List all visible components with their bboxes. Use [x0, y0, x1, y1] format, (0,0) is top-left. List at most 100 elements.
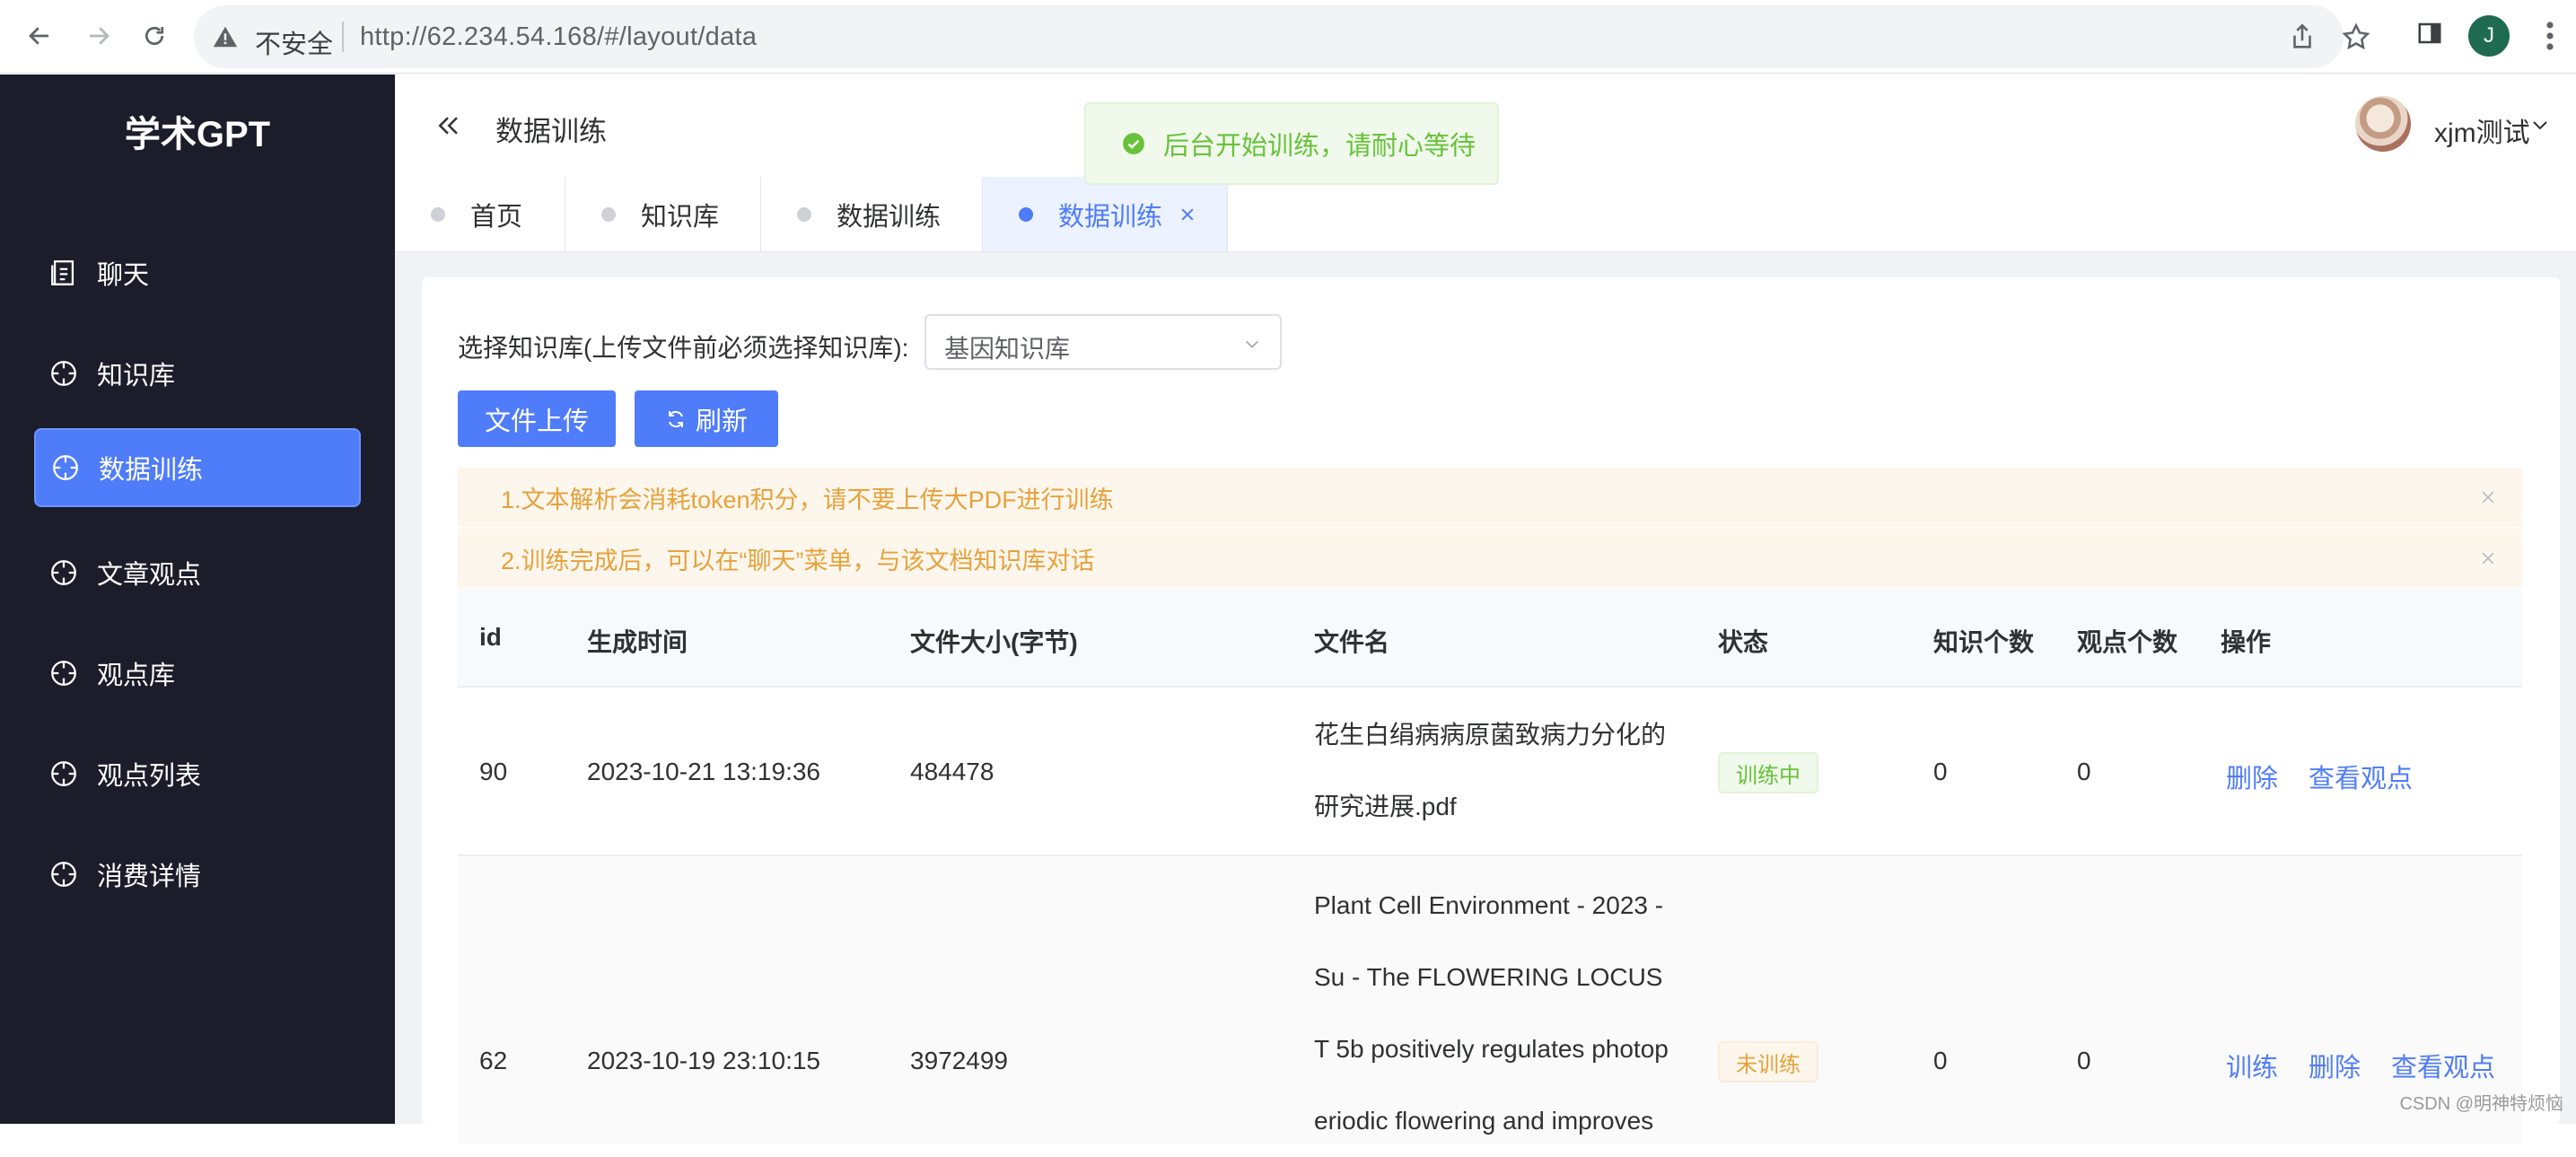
browser-toolbar: 不安全 http://62.234.54.168/#/layout/data J: [0, 0, 2576, 74]
column-header: 状态: [1718, 628, 1769, 656]
column-header: 文件大小(字节): [910, 628, 1078, 656]
sidebar-item-view-library[interactable]: 观点库: [34, 634, 361, 713]
tab-bar: 首页 知识库 数据训练 数据训练: [395, 177, 2576, 252]
profile-avatar[interactable]: J: [2468, 15, 2510, 57]
filename-line: Su - The FLOWERING LOCUS: [1314, 963, 1663, 991]
separator: [342, 22, 344, 52]
sidebar-item-article-views[interactable]: 文章观点: [34, 533, 361, 612]
sidebar: 学术GPT 聊天 知识库 数据训练 文章观点 观点库 观点列表 消费详情: [0, 75, 395, 1124]
refresh-button[interactable]: 刷新: [635, 390, 778, 447]
alert-text: 1.文本解析会消耗token积分，请不要上传大PDF进行训练: [501, 486, 1114, 513]
cell-size: 3972499: [910, 1047, 1009, 1074]
cell-id: 62: [479, 1047, 508, 1074]
collapse-sidebar-icon[interactable]: [434, 112, 461, 139]
sidebar-item-label: 知识库: [97, 362, 176, 390]
warning-alert: 1.文本解析会消耗token积分，请不要上传大PDF进行训练: [458, 468, 2522, 527]
watermark-text: CSDN @明神特烦恼: [2399, 1094, 2563, 1114]
back-button[interactable]: [20, 16, 59, 56]
sidebar-item-view-list[interactable]: 观点列表: [34, 734, 361, 813]
table-header: id 生成时间 文件大小(字节) 文件名 状态 知识个数 观点个数 操作: [458, 589, 2522, 688]
sidebar-item-knowledge-base[interactable]: 知识库: [34, 334, 361, 413]
status-badge: 未训练: [1718, 1041, 1818, 1082]
tab-data-training[interactable]: 数据训练: [761, 177, 983, 251]
tab-knowledge-base[interactable]: 知识库: [565, 177, 761, 251]
warning-icon: [213, 26, 238, 48]
upload-button-label: 文件上传: [484, 407, 589, 436]
chat-doc-icon: [48, 258, 79, 288]
refresh-icon: [668, 410, 683, 427]
cell-filename: Plant Cell Environment - 2023 - Su - The…: [1314, 870, 1718, 1157]
compass-icon: [48, 358, 79, 389]
forward-button[interactable]: [79, 16, 118, 56]
filename-line: eriodic flowering and improves: [1314, 1107, 1654, 1135]
compass-icon: [48, 557, 79, 588]
table-row: 90 2023-10-21 13:19:36 484478 花生白绢病病原菌致病…: [458, 686, 2522, 856]
filename-line: T 5b positively regulates photop: [1314, 1035, 1669, 1063]
tab-dot: [797, 206, 811, 222]
tab-label: 数据训练: [1058, 202, 1163, 232]
column-header: 文件名: [1314, 628, 1390, 656]
toast-message: 后台开始训练，请耐心等待: [1163, 132, 1476, 161]
kb-select-label: 选择知识库(上传文件前必须选择知识库):: [458, 334, 909, 362]
chevron-down-icon: [1245, 340, 1259, 348]
alert-text: 2.训练完成后，可以在“聊天”菜单，与该文档知识库对话: [501, 547, 1095, 574]
cell-time: 2023-10-19 23:10:15: [587, 1047, 820, 1074]
tab-dot: [431, 206, 445, 222]
success-toast: 后台开始训练，请耐心等待: [1084, 102, 1499, 185]
filename-line: 花生白绢病病原菌致病力分化的: [1314, 721, 1667, 749]
tab-dot: [1019, 206, 1033, 222]
profile-initial: J: [2484, 23, 2494, 48]
upload-button[interactable]: 文件上传: [458, 390, 616, 447]
compass-icon: [48, 658, 79, 688]
view-points-link[interactable]: 查看观点: [2391, 1047, 2495, 1084]
compass-icon: [48, 859, 79, 890]
column-header: 知识个数: [1933, 628, 2035, 656]
chevron-down-icon[interactable]: [2529, 114, 2551, 136]
sidebar-item-chat[interactable]: 聊天: [34, 233, 361, 312]
delete-link[interactable]: 删除: [2309, 1047, 2361, 1084]
tab-data-training-active[interactable]: 数据训练: [983, 177, 1228, 251]
cell-knowledge-count: 0: [1933, 1047, 1948, 1074]
tab-label: 数据训练: [837, 202, 942, 232]
column-header: 操作: [2221, 628, 2272, 656]
close-icon[interactable]: [2479, 488, 2497, 506]
more-vert-icon[interactable]: [2545, 20, 2554, 52]
kb-select-value: 基因知识库: [944, 335, 1071, 363]
tab-home[interactable]: 首页: [395, 177, 565, 251]
column-header: 观点个数: [2077, 628, 2178, 656]
insecure-label: 不安全: [255, 31, 334, 59]
view-points-link[interactable]: 查看观点: [2309, 758, 2413, 795]
cell-knowledge-count: 0: [1933, 758, 1948, 785]
sidebar-item-label: 观点列表: [97, 762, 202, 791]
kb-select[interactable]: 基因知识库: [924, 314, 1282, 370]
sidebar-item-label: 聊天: [97, 261, 150, 290]
delete-link[interactable]: 删除: [2226, 758, 2278, 795]
user-avatar[interactable]: [2355, 96, 2411, 152]
sidebar-item-label: 数据训练: [99, 456, 204, 485]
sidebar-item-label: 文章观点: [97, 561, 202, 590]
reload-button[interactable]: [135, 16, 174, 56]
cell-time: 2023-10-21 13:19:36: [587, 758, 820, 785]
sidebar-item-consumption[interactable]: 消费详情: [34, 835, 361, 914]
train-link[interactable]: 训练: [2226, 1047, 2278, 1084]
share-icon[interactable]: [2287, 22, 2318, 52]
username[interactable]: xjm测试: [2434, 110, 2530, 150]
cell-view-count: 0: [2077, 1047, 2091, 1074]
url-text: http://62.234.54.168/#/layout/data: [360, 22, 758, 51]
cell-size: 484478: [910, 758, 994, 785]
close-icon[interactable]: [2479, 549, 2497, 567]
sidebar-item-data-training[interactable]: 数据训练: [34, 428, 361, 507]
compass-icon: [48, 758, 79, 789]
column-header: id: [479, 623, 502, 651]
compass-icon: [50, 452, 81, 483]
address-bar[interactable]: 不安全 http://62.234.54.168/#/layout/data: [194, 5, 2370, 68]
status-badge: 训练中: [1718, 752, 1818, 793]
column-header: 生成时间: [587, 628, 688, 656]
side-panel-icon[interactable]: [2416, 20, 2443, 47]
close-icon[interactable]: [1178, 206, 1196, 224]
tab-dot: [601, 206, 616, 222]
reload-icon: [145, 26, 164, 46]
star-icon[interactable]: [2341, 22, 2371, 52]
refresh-button-label: 刷新: [695, 407, 748, 436]
filename-line: 研究进展.pdf: [1314, 793, 1457, 820]
